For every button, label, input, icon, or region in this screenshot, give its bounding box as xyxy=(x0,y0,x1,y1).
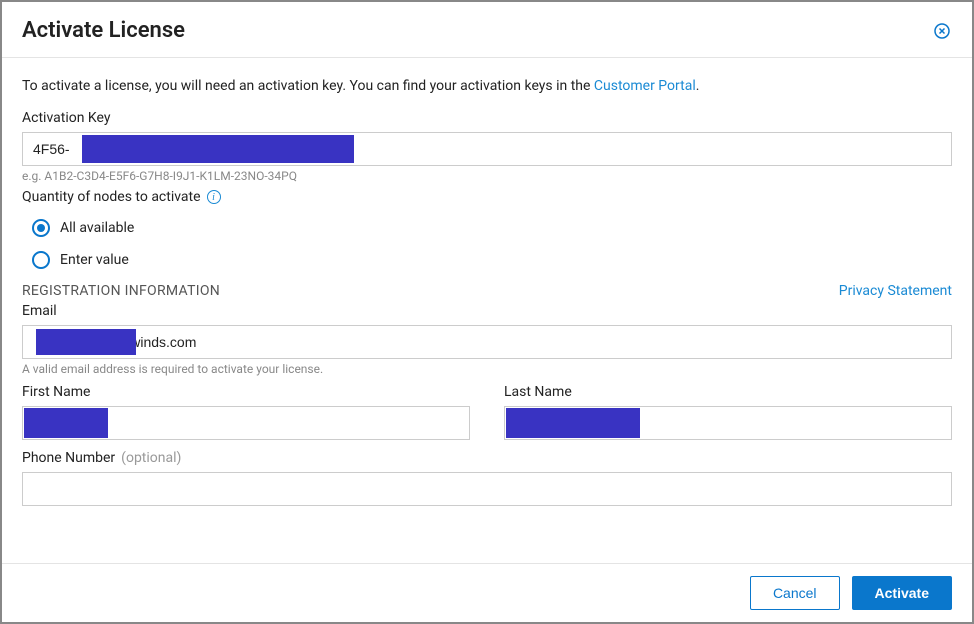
first-name-wrap xyxy=(22,406,470,440)
dialog-title: Activate License xyxy=(22,18,185,43)
close-button[interactable] xyxy=(932,21,952,41)
first-name-input[interactable] xyxy=(22,406,470,440)
radio-icon-selected xyxy=(32,219,50,237)
intro-post: . xyxy=(696,78,700,94)
quantity-label-row: Quantity of nodes to activate i xyxy=(22,189,952,205)
email-input[interactable] xyxy=(22,325,952,359)
activate-button[interactable]: Activate xyxy=(852,576,952,610)
radio-all-available[interactable]: All available xyxy=(32,219,952,237)
registration-header: REGISTRATION INFORMATION xyxy=(22,283,220,299)
dialog-body: To activate a license, you will need an … xyxy=(2,58,972,563)
radio-enter-value[interactable]: Enter value xyxy=(32,251,952,269)
intro-pre: To activate a license, you will need an … xyxy=(22,78,594,94)
activation-key-wrap xyxy=(22,132,952,166)
dialog-footer: Cancel Activate xyxy=(2,563,972,622)
quantity-radio-group: All available Enter value xyxy=(22,211,952,269)
radio-icon-unselected xyxy=(32,251,50,269)
close-icon xyxy=(934,23,950,39)
first-name-col: First Name xyxy=(22,384,470,440)
privacy-statement-link[interactable]: Privacy Statement xyxy=(839,283,952,299)
activation-key-label: Activation Key xyxy=(22,110,952,126)
email-label: Email xyxy=(22,303,952,319)
registration-header-row: REGISTRATION INFORMATION Privacy Stateme… xyxy=(22,283,952,299)
phone-label-row: Phone Number (optional) xyxy=(22,450,952,466)
info-icon[interactable]: i xyxy=(207,190,221,204)
phone-input[interactable] xyxy=(22,472,952,506)
email-hint: A valid email address is required to act… xyxy=(22,362,952,376)
cancel-button[interactable]: Cancel xyxy=(750,576,840,610)
customer-portal-link[interactable]: Customer Portal xyxy=(594,78,696,94)
email-wrap xyxy=(22,325,952,359)
dialog-header: Activate License xyxy=(2,2,972,58)
last-name-label: Last Name xyxy=(504,384,952,400)
intro-text: To activate a license, you will need an … xyxy=(22,78,952,94)
quantity-label: Quantity of nodes to activate xyxy=(22,189,201,205)
last-name-col: Last Name xyxy=(504,384,952,440)
last-name-input[interactable] xyxy=(504,406,952,440)
phone-optional: (optional) xyxy=(121,450,181,466)
activation-key-hint: e.g. A1B2-C3D4-E5F6-G7H8-I9J1-K1LM-23NO-… xyxy=(22,169,952,183)
phone-label: Phone Number xyxy=(22,450,115,466)
activation-key-input[interactable] xyxy=(22,132,952,166)
radio-enter-label: Enter value xyxy=(60,252,129,268)
radio-all-label: All available xyxy=(60,220,134,236)
name-row: First Name Last Name xyxy=(22,384,952,440)
activate-license-dialog: Activate License To activate a license, … xyxy=(0,0,974,624)
last-name-wrap xyxy=(504,406,952,440)
first-name-label: First Name xyxy=(22,384,470,400)
